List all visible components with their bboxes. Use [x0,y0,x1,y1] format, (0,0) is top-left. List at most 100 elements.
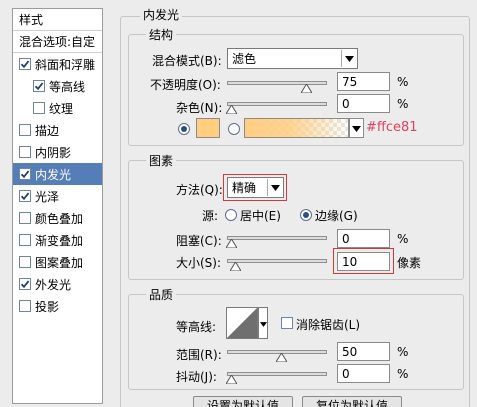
styles-header-label: 样式 [19,13,44,27]
style-item[interactable]: 图案叠加 [13,251,102,273]
style-item-label: 纹理 [49,101,74,116]
style-checkbox[interactable] [19,168,31,180]
blend-mode-select[interactable]: 滤色 [227,48,358,69]
style-item-label: 内发光 [35,167,72,182]
antialias-label: 消除锯齿(L) [296,318,361,332]
source-label: 源: [202,209,219,223]
reset-default-label: 复位为默认值 [315,398,388,407]
size-unit: 像素 [397,256,422,270]
range-input[interactable]: 50 [337,342,390,361]
structure-title: 结构 [146,26,177,43]
inner-glow-title: 内发光 [140,6,183,23]
blend-mode-label: 混合模式(B): [152,54,222,68]
method-label: 方法(Q): [176,183,223,197]
style-item-label: 投影 [35,299,60,314]
style-item[interactable]: 内发光 [13,163,102,185]
style-checkbox[interactable] [19,300,31,312]
style-item[interactable]: 内阴影 [13,141,102,163]
glow-color-hex: #ffce81 [366,120,418,135]
style-checkbox[interactable] [19,256,31,268]
jitter-unit: % [397,367,409,381]
jitter-input[interactable]: 0 [337,364,390,383]
gradient-swatch[interactable] [244,118,349,138]
style-item[interactable]: 渐变叠加 [13,229,102,251]
style-item-label: 等高线 [49,79,86,94]
chevron-down-icon [267,179,282,196]
solid-color-radio[interactable] [178,123,190,135]
size-slider[interactable] [227,259,327,263]
blend-options-item[interactable]: 混合选项:自定 [13,31,102,53]
opacity-value: 75 [342,74,358,89]
range-label: 范围(R): [176,348,222,362]
blend-mode-value: 滤色 [232,52,257,66]
style-checkbox[interactable] [19,212,31,224]
gradient-radio[interactable] [228,123,240,135]
contour-preview[interactable] [226,307,258,339]
choke-value: 0 [342,231,350,246]
elements-title: 图素 [146,152,177,169]
quality-title: 品质 [146,286,177,303]
contour-dropdown[interactable] [258,307,268,339]
glow-color-swatch[interactable] [196,118,220,138]
style-item-label: 颜色叠加 [35,211,84,226]
size-slider-thumb[interactable] [228,260,242,272]
noise-value: 0 [342,96,350,111]
source-center-radio[interactable] [225,209,237,221]
noise-input[interactable]: 0 [337,94,390,113]
size-input[interactable]: 10 [337,252,390,271]
style-item[interactable]: 描边 [13,119,102,141]
chevron-down-icon [341,50,356,67]
range-unit: % [397,345,409,359]
style-checkbox[interactable] [19,58,31,70]
style-item[interactable]: 投影 [13,295,102,317]
style-checkbox[interactable] [19,278,31,290]
noise-slider[interactable] [227,102,327,106]
style-checkbox[interactable] [19,190,31,202]
opacity-slider-thumb[interactable] [299,82,313,94]
style-checkbox[interactable] [19,124,31,136]
style-item[interactable]: 斜面和浮雕 [13,53,102,75]
opacity-label: 不透明度(O): [150,78,221,92]
size-label: 大小(S): [176,256,222,270]
choke-slider[interactable] [227,236,327,240]
style-checkbox[interactable] [33,80,45,92]
contour-curve-icon [227,308,257,338]
opacity-input[interactable]: 75 [337,72,390,91]
style-item[interactable]: 纹理 [13,97,102,119]
style-item[interactable]: 光泽 [13,185,102,207]
range-slider-thumb[interactable] [274,351,288,363]
gradient-dropdown[interactable] [349,118,364,138]
jitter-value: 0 [342,366,350,381]
antialias-checkbox[interactable] [281,317,293,329]
size-value: 10 [342,254,358,269]
style-checkbox[interactable] [33,102,45,114]
opacity-slider[interactable] [227,81,327,85]
jitter-slider[interactable] [227,372,327,376]
noise-label: 杂色(N): [176,101,223,115]
style-item[interactable]: 外发光 [13,273,102,295]
choke-label: 阻塞(C): [176,234,222,248]
style-checkbox[interactable] [19,146,31,158]
set-default-label: 设置为默认值 [206,398,279,407]
method-value: 精确 [232,181,257,195]
style-item[interactable]: 等高线 [13,75,102,97]
set-default-button[interactable]: 设置为默认值 [193,396,293,407]
style-item[interactable]: 颜色叠加 [13,207,102,229]
blend-options-label: 混合选项:自定 [19,35,96,49]
styles-list: 样式 混合选项:自定 斜面和浮雕等高线纹理描边内阴影内发光光泽颜色叠加渐变叠加图… [12,8,103,404]
choke-slider-thumb[interactable] [224,237,238,249]
range-value: 50 [342,344,358,359]
jitter-slider-thumb[interactable] [224,373,238,385]
style-item-label: 描边 [35,123,60,138]
source-edge-label: 边缘(G) [315,209,358,223]
reset-default-button[interactable]: 复位为默认值 [302,396,402,407]
style-item-label: 斜面和浮雕 [35,57,96,72]
noise-slider-thumb[interactable] [224,103,238,115]
jitter-label: 抖动(J): [176,370,217,384]
styles-header[interactable]: 样式 [13,9,102,31]
style-checkbox[interactable] [19,234,31,246]
choke-input[interactable]: 0 [337,229,390,248]
chevron-down-icon [352,121,361,135]
source-edge-radio[interactable] [300,209,312,221]
method-select[interactable]: 精确 [227,177,284,198]
